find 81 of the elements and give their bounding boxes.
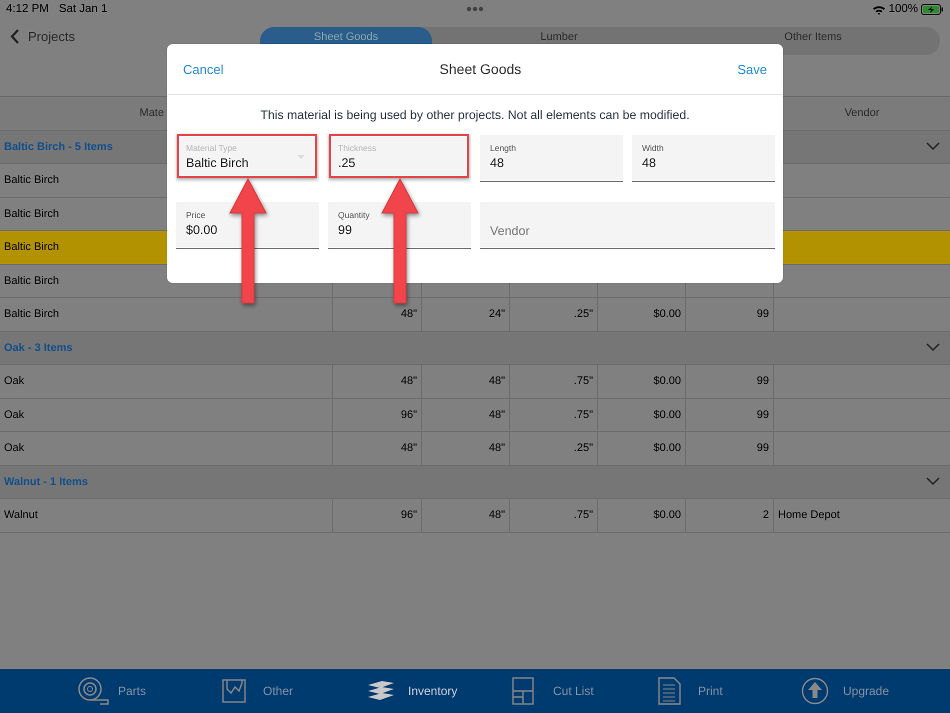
field-label: Length — [490, 143, 517, 153]
group-title: Baltic Birch - 5 Items — [4, 140, 113, 153]
table-cell: $0.00 — [653, 375, 681, 388]
input-field[interactable]: Vendor — [480, 202, 775, 249]
table-cell: .75" — [574, 408, 593, 421]
battery-icon — [921, 4, 944, 14]
tab-bar-item[interactable]: Upgrade — [801, 677, 946, 705]
table-cell: 48" — [488, 442, 505, 454]
table-cell: $0.00 — [653, 308, 681, 320]
group-title: Oak - 3 Items — [4, 342, 72, 354]
table-cell: 2 — [762, 509, 769, 522]
info-message: This material is being used by other projects. Not all elements can be modified. — [259, 108, 691, 122]
table-cell: Oak — [4, 408, 24, 421]
table-cell: 48" — [400, 375, 417, 388]
table-cell: $0.00 — [653, 442, 681, 454]
chevron-down-icon[interactable] — [926, 477, 940, 486]
table-cell: 48" — [488, 408, 505, 421]
field-value[interactable]: 99 — [338, 223, 461, 237]
category-tab[interactable]: Lumber — [432, 27, 686, 55]
dialog-title: Sheet Goods — [438, 61, 522, 77]
back-button[interactable]: Projects — [10, 29, 75, 44]
table-cell: 48" — [488, 509, 505, 522]
battery-percent: 100% — [888, 3, 918, 15]
table-cell: 48" — [400, 308, 417, 320]
group-title: Walnut - 1 Items — [4, 476, 88, 488]
column-header: Vendor — [844, 107, 880, 120]
input-field[interactable]: Width 48 — [632, 135, 775, 182]
table-cell: 99 — [756, 308, 769, 320]
field-label: Width — [642, 143, 665, 153]
chevron-down-icon[interactable] — [926, 343, 940, 352]
table-cell: Baltic Birch — [4, 174, 60, 186]
status-date: Sat Jan 1 — [58, 3, 108, 15]
table-cell: 96" — [400, 408, 417, 421]
table-cell: 99 — [756, 408, 769, 421]
field-label: Thickness — [338, 143, 378, 153]
field-label: Quantity — [338, 210, 371, 220]
table-row[interactable]: Oak 48" 48" .75" $0.00 99 — [0, 365, 950, 398]
column-header: Mate — [140, 107, 164, 120]
status-time: 4:12 PM — [6, 3, 49, 15]
tab-bar-item[interactable]: Inventory — [366, 677, 511, 705]
table-cell: 99 — [756, 375, 769, 388]
tab-bar-item[interactable]: Parts — [76, 677, 221, 705]
tab-bar-item[interactable]: Other — [221, 677, 366, 705]
table-cell: .75" — [574, 375, 593, 388]
table-cell: 96" — [400, 509, 417, 522]
table-cell: .75" — [574, 509, 593, 522]
field-label: Price — [186, 210, 206, 220]
table-cell: Oak — [4, 442, 24, 454]
category-tab[interactable]: Other Items — [686, 27, 940, 55]
chevron-left-icon — [10, 29, 20, 44]
table-cell: Home Depot — [778, 509, 840, 522]
input-field[interactable]: Length 48 — [480, 135, 623, 182]
cancel-button[interactable]: Cancel — [183, 62, 224, 76]
table-cell: .25" — [574, 308, 593, 320]
field-value[interactable]: 48 — [490, 156, 613, 170]
table-cell: 99 — [756, 442, 769, 454]
table-cell: $0.00 — [653, 509, 681, 522]
table-cell: Baltic Birch — [4, 241, 60, 254]
table-cell: .25" — [574, 442, 593, 454]
chevron-down-icon[interactable] — [926, 142, 940, 152]
wifi-icon — [872, 4, 886, 14]
tab-bar-item[interactable]: Cut List — [511, 677, 656, 705]
table-cell: 48" — [488, 375, 505, 388]
table-cell: Baltic Birch — [4, 308, 60, 320]
table-cell: Oak — [4, 375, 24, 388]
field-value[interactable]: Vendor — [490, 224, 765, 238]
table-cell: Baltic Birch — [4, 274, 60, 287]
field-value[interactable]: 48 — [642, 156, 765, 170]
save-button[interactable]: Save — [737, 62, 767, 76]
table-row[interactable]: Oak 96" 48" .75" $0.00 99 — [0, 398, 950, 432]
table-row[interactable]: Walnut 96" 48" .75" $0.00 2 Home Depot — [0, 499, 950, 532]
table-cell: $0.00 — [653, 408, 681, 421]
more-dots-icon[interactable] — [466, 6, 484, 12]
table-cell: 48" — [400, 442, 417, 454]
tape-measure-icon — [76, 677, 110, 705]
table-cell: Baltic Birch — [4, 208, 60, 220]
field-label: Material Type — [186, 143, 238, 153]
tab-bar-item[interactable]: Print — [656, 677, 801, 705]
table-cell: 24" — [488, 308, 505, 320]
table-cell: Walnut — [4, 509, 38, 522]
field-value[interactable]: $0.00 — [186, 223, 309, 237]
